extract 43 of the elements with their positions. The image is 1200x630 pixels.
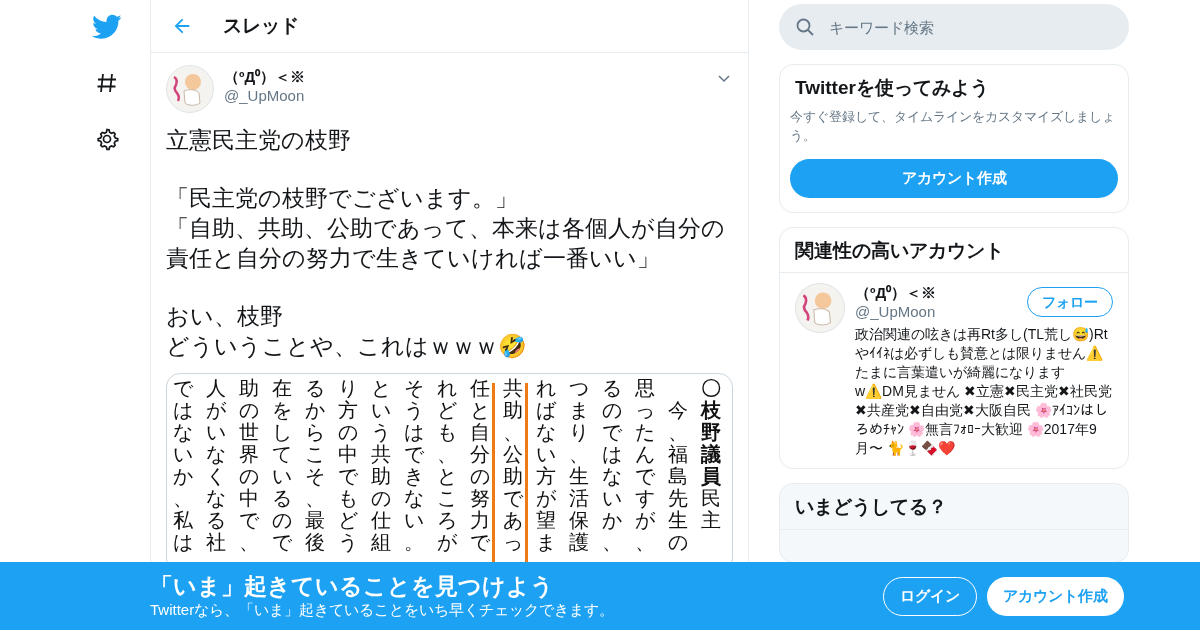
card-title: 関連性の高いアカウント <box>780 228 1128 273</box>
signup-button[interactable]: アカウント作成 <box>987 576 1124 616</box>
document-text: ではないか、私は <box>173 377 193 553</box>
card-text: 今すぐ登録して、タイムラインをカスタマイズしましょう。 <box>790 108 1116 145</box>
document-text: 任と自分の努力で <box>470 377 490 553</box>
document-text: 共助、公助であっ <box>503 377 523 553</box>
avatar[interactable] <box>795 283 845 333</box>
document-text: 思ったんですが、 <box>635 377 655 553</box>
document-text: り方の中でもどう <box>338 377 358 553</box>
page-title: スレッド <box>223 13 299 38</box>
banner-text: Twitterなら、「いま」起きていることをいち早くチェックできます。 <box>150 600 616 620</box>
document-text: るからこそ、最後 <box>305 377 325 553</box>
document-text: ればない方が望ま <box>536 377 556 553</box>
hashtag-icon[interactable] <box>95 71 119 95</box>
tweet-text: 「民主党の枝野でございます。」 <box>166 184 519 213</box>
document-text: そうはできない。 <box>404 377 424 553</box>
document-text: るのではないか、 <box>602 377 622 553</box>
author-handle[interactable]: @_UpMoon <box>224 87 707 105</box>
tweet-text: 「自助、共助、公助であって、本来は各個人が自分の責任と自分の努力で生きていければ一番いい」 <box>166 214 726 273</box>
signup-button[interactable]: アカウント作成 <box>790 159 1118 198</box>
document-text: つまり、生活保護 <box>569 377 589 553</box>
search-field[interactable]: キーワード検索 <box>779 4 1129 50</box>
document-text: という共助の仕組 <box>371 377 391 553</box>
document-text: 人がいなくなる社 <box>206 377 226 553</box>
card-title: Twitterを使ってみよう <box>794 76 990 100</box>
account-handle[interactable]: @_UpMoon <box>855 303 1027 321</box>
document-text: 今、福島先生の <box>668 398 688 553</box>
document-text: 〇枝野議員民主 <box>701 377 721 531</box>
document-text: れども、ところが <box>437 377 457 553</box>
settings-icon[interactable] <box>95 127 119 151</box>
banner-title: 「いま」起きていることを見つけよう <box>150 572 555 600</box>
card-title: いまどうしてる？ <box>780 484 1128 530</box>
tweet-text: どういうことや、これはｗｗｗ🤣 <box>166 332 528 361</box>
document-text: 在をしているので <box>272 377 292 553</box>
document-text: 助の世界の中で、 <box>239 377 259 553</box>
search-icon <box>795 17 815 37</box>
tweet-text: 立憲民主党の枝野 <box>166 126 352 155</box>
bird-logo-icon[interactable] <box>92 14 122 40</box>
account-name[interactable]: （ºД⁰）＜※ <box>855 283 1027 303</box>
author-name[interactable]: （ºД⁰）＜※ <box>224 65 707 87</box>
account-bio: 政治関連の呟きは再Rt多し(TL荒し😅)Rtやｲｲﾈは必ずしも賛意とは限りません⚠たまに言葉遣いが綺麗になりますw⚠DM見ません ✖立憲✖民主党✖社民党✖共産党✖自由党✖大阪自民 🌸ｱｲｺﾝはしろめﾁｬﾝ 🌸無言ﾌｫﾛｰ大歓迎 🌸2017年9月〜 🐈🍷🍫❤ <box>855 325 1113 458</box>
tweet-text: おい、枝野 <box>166 302 284 331</box>
avatar[interactable] <box>166 65 214 113</box>
